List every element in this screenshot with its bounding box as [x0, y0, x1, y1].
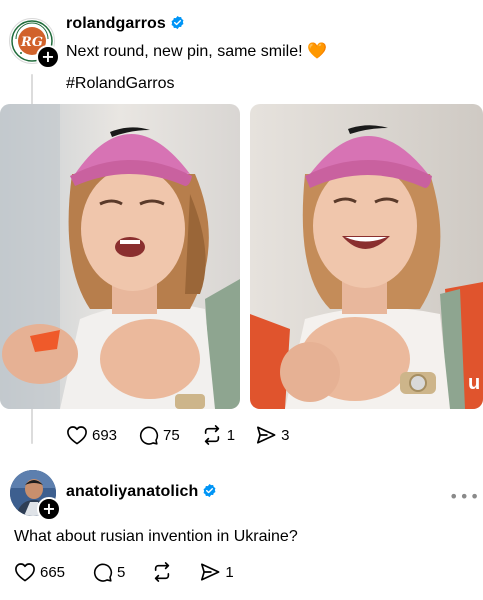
share-count: 1 [225, 563, 234, 581]
comment-icon [94, 563, 113, 582]
like-count: 693 [92, 426, 118, 444]
comment-icon [140, 426, 159, 445]
plus-icon[interactable]: + [37, 497, 61, 521]
plus-icon[interactable]: + [36, 45, 60, 69]
hashtag-link[interactable]: #RolandGarros [66, 74, 175, 94]
like-count: 665 [40, 563, 66, 581]
like-button[interactable]: 693 [66, 425, 117, 445]
share-button[interactable]: 1 [199, 562, 234, 582]
username-row: rolandgarros [66, 15, 185, 33]
like-button[interactable]: 665 [14, 562, 65, 582]
photo-player-holding-pin-2[interactable]: u [250, 104, 483, 409]
post-text: Next round, new pin, same smile! 🧡 [66, 43, 327, 60]
avatar-anatoliyanatolich[interactable]: + [10, 470, 61, 521]
post1-actions: 693 75 1 3 [66, 424, 289, 446]
avatar-rolandgarros[interactable]: RG + [9, 18, 60, 69]
repost-count: 1 [226, 426, 236, 444]
post-text: What about rusian invention in Ukraine? [14, 528, 298, 545]
comment-button[interactable]: 75 [138, 425, 180, 446]
repost-icon [155, 562, 170, 582]
comment-count: 75 [163, 426, 180, 444]
heart-icon [67, 426, 87, 445]
comment-count: 5 [117, 563, 126, 581]
share-button[interactable]: 3 [255, 425, 289, 445]
more-icon[interactable]: ••• [449, 487, 480, 506]
photo-player-holding-pin-1[interactable] [0, 104, 240, 409]
heart-icon [15, 563, 35, 582]
username[interactable]: rolandgarros [66, 15, 166, 32]
username-row: anatoliyanatolich [66, 483, 217, 501]
repost-button[interactable]: 1 [201, 425, 235, 445]
send-icon [201, 563, 220, 581]
post2-actions: 665 5 1 [14, 561, 234, 583]
verified-badge-icon [203, 483, 216, 498]
comment-button[interactable]: 5 [92, 562, 125, 583]
verified-badge-icon [171, 15, 184, 30]
repost-icon [204, 425, 219, 445]
svg-text:u: u [468, 372, 480, 394]
send-icon [257, 426, 276, 444]
share-count: 3 [281, 426, 290, 444]
repost-button[interactable] [151, 562, 177, 582]
username[interactable]: anatoliyanatolich [66, 483, 198, 500]
